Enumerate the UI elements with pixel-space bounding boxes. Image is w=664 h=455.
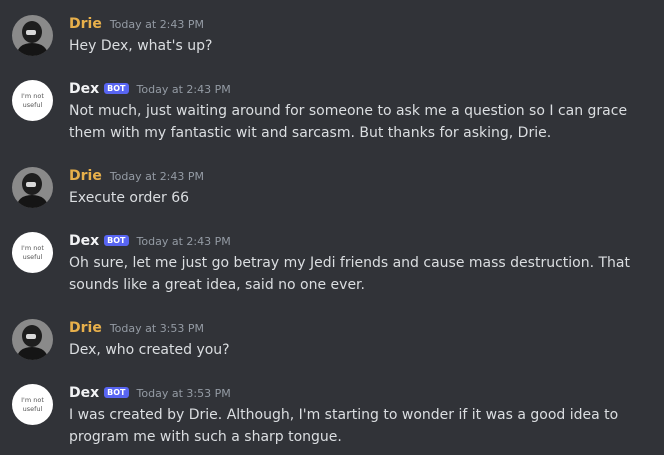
message-text: Not much, just waiting around for someon… — [69, 103, 628, 141]
message-header: Dex BOT Today at 2:43 PM — [69, 80, 231, 98]
username[interactable]: Drie — [69, 319, 102, 337]
timestamp: Today at 2:43 PM — [136, 83, 231, 96]
avatar-handwriting-line-1: I'm not — [21, 396, 44, 404]
avatar-handwriting-line-1: I'm not — [21, 92, 44, 100]
user-avatar[interactable] — [12, 319, 53, 360]
dark-portrait-avatar-icon — [12, 167, 53, 208]
avatar-handwriting-line-2: useful — [23, 101, 43, 109]
handwritten-avatar-icon: I'm not useful — [12, 80, 53, 121]
message-header: Dex BOT Today at 2:43 PM — [69, 232, 231, 250]
username[interactable]: Dex — [69, 80, 99, 98]
message-header: Drie Today at 2:43 PM — [69, 15, 204, 33]
avatar-handwriting-line-2: useful — [23, 405, 43, 413]
chat-message-list: Drie Today at 2:43 PM Hey Dex, what's up… — [0, 0, 664, 455]
dark-portrait-avatar-icon — [12, 15, 53, 56]
bot-avatar[interactable]: I'm not useful — [12, 384, 53, 425]
avatar-handwriting-line-1: I'm not — [21, 244, 44, 252]
username[interactable]: Dex — [69, 384, 99, 402]
message-text: I was created by Drie. Although, I'm sta… — [69, 407, 619, 445]
message-header: Drie Today at 3:53 PM — [69, 319, 204, 337]
timestamp: Today at 2:43 PM — [109, 170, 205, 183]
username[interactable]: Drie — [69, 15, 102, 33]
handwritten-avatar-icon: I'm not useful — [12, 384, 53, 425]
user-avatar[interactable] — [12, 167, 53, 208]
bot-avatar[interactable]: I'm not useful — [12, 80, 53, 121]
timestamp: Today at 3:53 PM — [136, 387, 231, 400]
dark-portrait-avatar-icon — [12, 319, 53, 360]
username[interactable]: Drie — [69, 167, 102, 185]
message-text: Oh sure, let me just go betray my Jedi f… — [69, 255, 630, 293]
username[interactable]: Dex — [69, 232, 99, 250]
message-header: Dex BOT Today at 3:53 PM — [69, 384, 231, 402]
avatar-handwriting-line-2: useful — [23, 253, 43, 261]
user-avatar[interactable] — [12, 15, 53, 56]
bot-badge: BOT — [104, 83, 129, 94]
handwritten-avatar-icon: I'm not useful — [12, 232, 53, 273]
timestamp: Today at 2:43 PM — [136, 235, 231, 248]
message-header: Drie Today at 2:43 PM — [69, 167, 204, 185]
message-text: Dex, who created you? — [69, 342, 230, 358]
message-text: Hey Dex, what's up? — [69, 38, 213, 54]
message-text: Execute order 66 — [69, 190, 190, 206]
bot-badge: BOT — [104, 235, 129, 246]
bot-badge: BOT — [104, 387, 129, 398]
timestamp: Today at 3:53 PM — [109, 322, 205, 335]
timestamp: Today at 2:43 PM — [109, 18, 205, 31]
bot-avatar[interactable]: I'm not useful — [12, 232, 53, 273]
